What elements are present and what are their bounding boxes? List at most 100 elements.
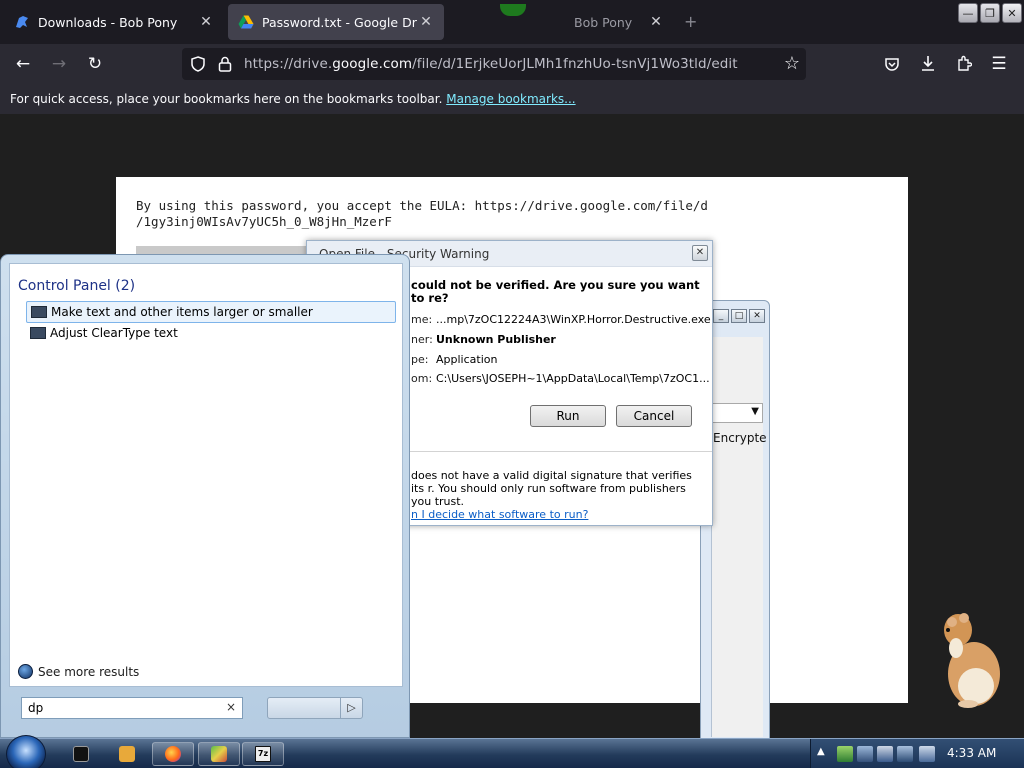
new-tab-icon[interactable]: + bbox=[684, 12, 697, 31]
monitor-icon bbox=[31, 306, 47, 318]
taskbar-button-7zip[interactable]: 7z bbox=[242, 742, 284, 766]
results-group-header[interactable]: Control Panel (2) bbox=[18, 278, 135, 294]
downloads-icon[interactable] bbox=[920, 55, 936, 72]
cancel-button[interactable]: Cancel bbox=[616, 405, 692, 427]
archive-window-body bbox=[711, 337, 763, 737]
chevron-down-icon: ▼ bbox=[751, 406, 759, 417]
system-tray: ▲ 4:33 AM bbox=[810, 739, 1024, 768]
taskbar-button-firefox[interactable] bbox=[152, 742, 194, 766]
clear-search-icon[interactable]: × bbox=[226, 700, 236, 714]
tab-bob-pony[interactable]: Bob Pony ✕ bbox=[450, 4, 674, 40]
volume-icon[interactable] bbox=[919, 746, 935, 762]
run-button[interactable]: Run bbox=[530, 405, 606, 427]
minimize-icon[interactable]: _ bbox=[713, 309, 729, 323]
dialog-close-icon[interactable]: ✕ bbox=[692, 245, 708, 261]
minimize-icon[interactable]: — bbox=[958, 3, 978, 23]
field-key: ner: bbox=[411, 333, 433, 346]
dialog-footer: does not have a valid digital signature … bbox=[411, 469, 701, 521]
shutdown-button[interactable]: ▷ bbox=[267, 697, 363, 719]
taskbar: 7z ▲ 4:33 AM bbox=[0, 735, 1024, 768]
forward-arrow-icon[interactable]: → bbox=[48, 53, 70, 75]
pony-favicon-icon bbox=[16, 16, 28, 28]
tab-label: Bob Pony bbox=[574, 14, 633, 30]
field-key: om: bbox=[411, 372, 433, 385]
close-icon[interactable]: ✕ bbox=[648, 14, 664, 30]
lock-icon[interactable] bbox=[218, 56, 232, 72]
extensions-icon[interactable] bbox=[956, 55, 972, 72]
field-name: me: ...mp\7zOC12224A3\WinXP.Horror.Destru… bbox=[411, 313, 711, 326]
menu-hamburger-icon[interactable]: ☰ bbox=[988, 53, 1010, 75]
clock[interactable]: 4:33 AM bbox=[947, 746, 996, 760]
tray-app-icon[interactable] bbox=[857, 746, 873, 762]
network-icon[interactable] bbox=[877, 746, 893, 762]
field-value: Unknown Publisher bbox=[436, 333, 556, 346]
bookmarks-hint: For quick access, place your bookmarks h… bbox=[10, 92, 443, 106]
window-controls: — ❐ ✕ bbox=[958, 3, 1022, 23]
hamster-sprite-icon bbox=[944, 613, 1000, 708]
document-line-1: By using this password, you accept the E… bbox=[136, 198, 708, 213]
start-orb-icon[interactable] bbox=[6, 735, 46, 768]
document-text: By using this password, you accept the E… bbox=[136, 198, 836, 230]
start-search-input[interactable]: dp × bbox=[21, 697, 243, 719]
restore-icon[interactable]: ❐ bbox=[980, 3, 1000, 23]
monitor-icon[interactable] bbox=[897, 746, 913, 762]
field-key: pe: bbox=[411, 353, 429, 366]
tab-strip: Downloads - Bob Pony ✕ Password.txt - Go… bbox=[0, 0, 1024, 44]
globe-icon bbox=[18, 664, 33, 679]
start-menu: Control Panel (2) Make text and other it… bbox=[0, 254, 410, 738]
shutdown-options-arrow-icon[interactable]: ▷ bbox=[340, 698, 362, 718]
taskbar-button-cmd[interactable] bbox=[66, 742, 96, 766]
result-item-cleartype[interactable]: Adjust ClearType text bbox=[26, 323, 396, 345]
search-value: dp bbox=[28, 701, 44, 715]
close-icon[interactable]: ✕ bbox=[749, 309, 765, 323]
media-icon bbox=[119, 746, 135, 762]
tab-downloads[interactable]: Downloads - Bob Pony ✕ bbox=[4, 4, 224, 40]
close-icon[interactable]: ✕ bbox=[198, 14, 214, 30]
maximize-icon[interactable]: □ bbox=[731, 309, 747, 323]
taskbar-button-media[interactable] bbox=[112, 742, 142, 766]
bookmark-star-icon[interactable]: ☆ bbox=[784, 53, 800, 74]
archive-window-controls: _ □ ✕ bbox=[713, 309, 765, 323]
result-item-make-text-larger[interactable]: Make text and other items larger or smal… bbox=[26, 301, 396, 323]
help-link[interactable]: n I decide what software to run? bbox=[411, 508, 588, 521]
tab-password-drive[interactable]: Password.txt - Google Drive ✕ bbox=[228, 4, 444, 40]
reload-icon[interactable]: ↻ bbox=[84, 53, 106, 75]
shield-icon[interactable] bbox=[190, 56, 206, 72]
field-value: Application bbox=[436, 353, 498, 366]
firefox-icon bbox=[165, 746, 181, 762]
url-prefix: https://drive. bbox=[244, 56, 333, 72]
back-arrow-icon[interactable]: ← bbox=[12, 53, 34, 75]
search-results-panel: Control Panel (2) Make text and other it… bbox=[9, 263, 403, 687]
tab-favicon-icon bbox=[460, 14, 476, 30]
nav-toolbar: ← → ↻ https://drive.google.com/file/d/1E… bbox=[0, 44, 1024, 84]
paint-icon bbox=[211, 746, 227, 762]
url-bar[interactable]: https://drive.google.com/file/d/1ErjkeUo… bbox=[182, 48, 806, 80]
close-window-icon[interactable]: ✕ bbox=[1002, 3, 1022, 23]
result-label: Make text and other items larger or smal… bbox=[51, 305, 313, 319]
url-path: /file/d/1ErjkeUorJLMh1fnzhUo-tsnVj1Wo3tl… bbox=[412, 56, 738, 72]
field-from: om: C:\Users\JOSEPH~1\AppData\Local\Temp\… bbox=[411, 372, 710, 385]
manage-bookmarks-link[interactable]: Manage bookmarks... bbox=[446, 92, 575, 106]
tray-app-icon[interactable] bbox=[837, 746, 853, 762]
field-value: ...mp\7zOC12224A3\WinXP.Horror.Destructi… bbox=[436, 313, 711, 326]
cmd-icon bbox=[73, 746, 89, 762]
field-publisher: ner: Unknown Publisher bbox=[411, 333, 556, 346]
see-more-label: See more results bbox=[38, 664, 140, 679]
show-hidden-icons-icon[interactable]: ▲ bbox=[817, 746, 825, 757]
close-icon[interactable]: ✕ bbox=[418, 14, 434, 30]
taskbar-button-paint[interactable] bbox=[198, 742, 240, 766]
result-label: Adjust ClearType text bbox=[50, 326, 178, 340]
field-type: pe: Application bbox=[411, 353, 497, 366]
url-text: https://drive.google.com/file/d/1ErjkeUo… bbox=[244, 56, 738, 72]
encrypted-column-header: Encrypte bbox=[713, 431, 767, 445]
see-more-results[interactable]: See more results bbox=[18, 664, 139, 679]
7zip-icon: 7z bbox=[255, 746, 271, 762]
monitor-icon bbox=[30, 327, 46, 339]
field-value: C:\Users\JOSEPH~1\AppData\Local\Temp\7zO… bbox=[436, 372, 710, 385]
archive-dropdown[interactable]: ▼ bbox=[711, 403, 763, 423]
pocket-icon[interactable] bbox=[884, 56, 900, 72]
dialog-question: could not be verified. Are you sure you … bbox=[411, 278, 700, 305]
field-key: me: bbox=[411, 313, 433, 326]
google-drive-icon bbox=[238, 15, 254, 29]
footer-text: does not have a valid digital signature … bbox=[411, 469, 692, 508]
